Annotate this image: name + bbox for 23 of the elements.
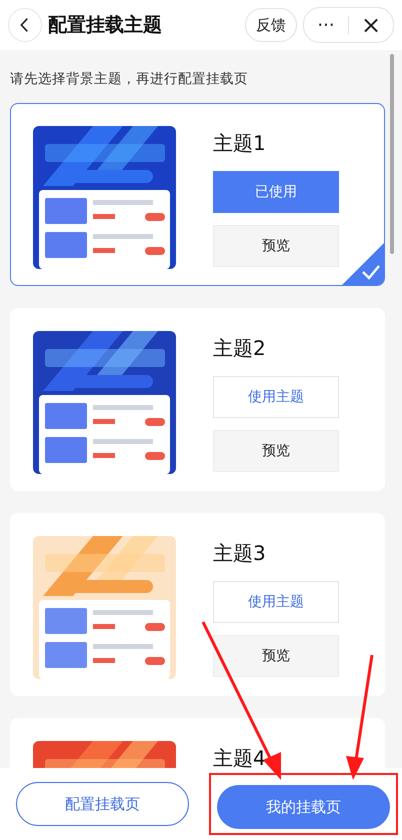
theme-card[interactable]: 主题2 使用主题 预览: [10, 308, 385, 491]
selected-check-icon: [341, 242, 384, 285]
theme-title: 主题1: [213, 130, 267, 157]
use-theme-button[interactable]: 使用主题: [213, 376, 339, 418]
preview-button[interactable]: 预览: [213, 225, 339, 267]
feedback-button[interactable]: 反馈: [245, 8, 297, 42]
theme-card[interactable]: 主题1 已使用 预览: [10, 103, 385, 286]
close-button[interactable]: ×: [349, 9, 393, 41]
theme-title: 主题3: [213, 540, 267, 567]
use-theme-button[interactable]: 已使用: [213, 171, 339, 213]
preview-button[interactable]: 预览: [213, 635, 339, 677]
theme-card[interactable]: 主题4: [10, 718, 385, 768]
back-button[interactable]: [8, 8, 42, 42]
preview-button[interactable]: 预览: [213, 430, 339, 472]
more-button[interactable]: ···: [304, 9, 348, 41]
use-theme-button[interactable]: 使用主题: [213, 581, 339, 623]
configure-page-button[interactable]: 配置挂载页: [16, 782, 189, 826]
page-title: 配置挂载主题: [48, 13, 163, 38]
theme-title: 主题2: [213, 335, 267, 362]
theme-title: 主题4: [213, 745, 267, 768]
hint-text: 请先选择背景主题，再进行配置挂载页: [10, 70, 249, 88]
my-pages-button[interactable]: 我的挂载页: [217, 785, 390, 829]
theme-card[interactable]: 主题3 使用主题 预览: [10, 513, 385, 696]
